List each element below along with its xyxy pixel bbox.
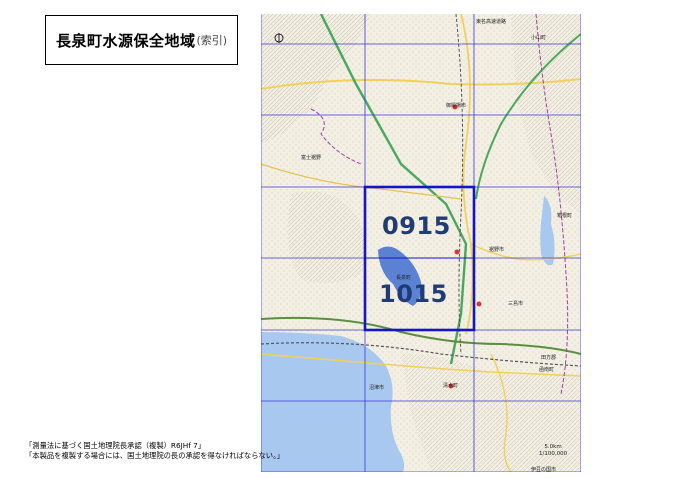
place-label: 伊豆の国市 (531, 467, 557, 473)
sheet-label-1015[interactable]: 1015 (379, 282, 448, 306)
place-label: 御殿場市 (446, 103, 467, 109)
place-label: 田方郡 (541, 355, 557, 361)
city-hall-marker (454, 249, 460, 255)
place-label: 沼津市 (369, 385, 385, 391)
place-label: 富士裾野 (301, 155, 322, 161)
note-line-2: 「本製品を複製する場合には、国土地理院の長の承認を得なければならない。」 (25, 451, 285, 460)
sheet-label-0915[interactable]: 0915 (382, 214, 451, 238)
city-hall-marker (476, 301, 482, 307)
place-label: 清水町 (443, 383, 459, 389)
place-label: 函南町 (539, 367, 555, 373)
place-label: 小山町 (531, 35, 547, 41)
index-map[interactable]: 0915 1015 小山町 御殿場市 箱根町 裾野市 三島市 田方郡 函南町 清… (261, 14, 581, 473)
place-label: 長泉町 (396, 275, 412, 281)
scale-bar: 5.0km 1/100,000 (539, 444, 567, 458)
scale-ratio: 1/100,000 (539, 451, 568, 457)
place-label: 裾野市 (489, 247, 505, 253)
scale-distance: 5.0km (544, 444, 562, 450)
road-label: 東名高速道路 (476, 19, 507, 25)
place-label: 箱根町 (557, 213, 573, 219)
place-label: 三島市 (508, 301, 524, 307)
note-line-1: 「測量法に基づく国土地理院長承認（複製）R6JHf 7」 (25, 441, 206, 450)
map-title-box: 長泉町水源保全地域 (索引) (45, 15, 238, 65)
copyright-note: 「測量法に基づく国土地理院長承認（複製）R6JHf 7」 「本製品を複製する場合… (25, 441, 284, 461)
map-title: 長泉町水源保全地域 (55, 31, 196, 50)
map-title-subtitle: (索引) (196, 34, 228, 47)
index-map-graphic (261, 14, 581, 472)
